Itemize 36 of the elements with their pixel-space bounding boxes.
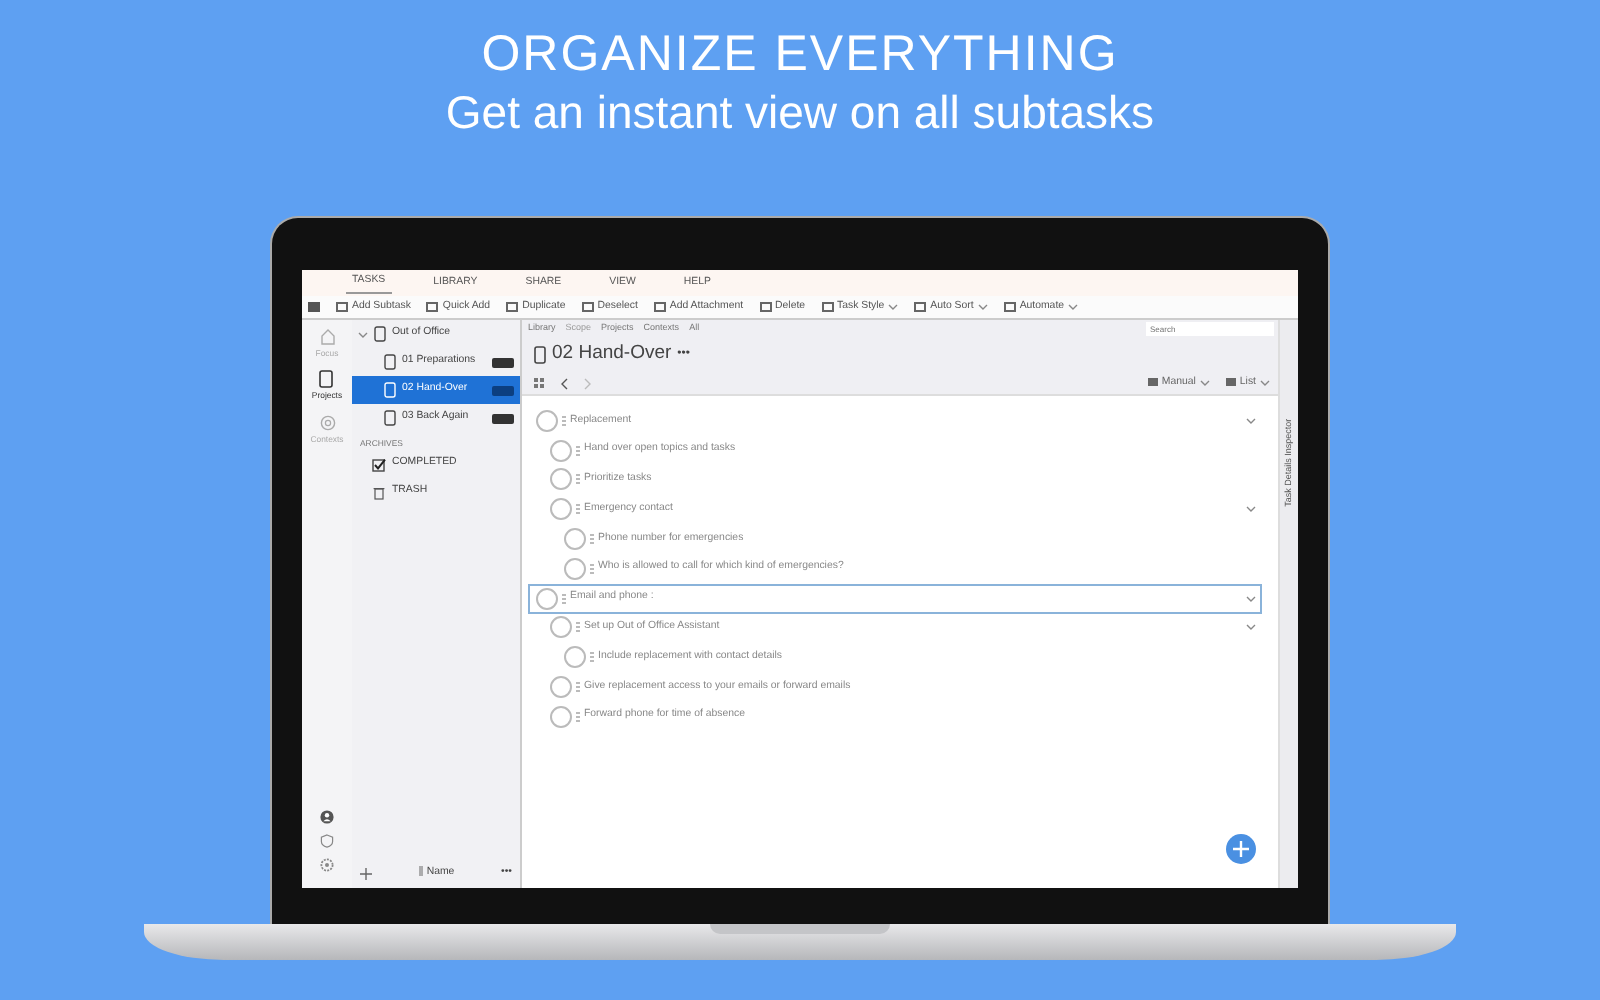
- settings-icon: [320, 858, 334, 872]
- checkbox[interactable]: [550, 616, 572, 639]
- subheadline: Get an instant view on all subtasks: [443, 84, 1157, 140]
- trash-icon: [372, 485, 386, 500]
- shield-icon: [320, 834, 334, 848]
- document-icon: [534, 346, 546, 364]
- add-button[interactable]: [1226, 834, 1256, 864]
- count-badge: [492, 385, 514, 395]
- back-icon: [560, 377, 568, 389]
- checkbox[interactable]: [564, 528, 586, 551]
- chevron-icon: [1068, 303, 1079, 310]
- checkbox[interactable]: [550, 705, 572, 728]
- chevron-icon: [888, 303, 899, 310]
- forward-icon: [584, 377, 592, 389]
- checkbox[interactable]: [550, 676, 572, 699]
- headline: ORGANIZE EVERYTHING: [479, 24, 1121, 84]
- chevron-icon: [1260, 379, 1270, 386]
- checkbox[interactable]: [564, 557, 586, 580]
- chevron-icon: [977, 303, 988, 310]
- checkbox[interactable]: [550, 439, 572, 462]
- focus-icon: [319, 328, 335, 346]
- chevron-icon: [1199, 379, 1210, 386]
- project-title: 02 Hand-Over: [552, 340, 672, 369]
- checkbox[interactable]: [564, 646, 586, 669]
- document-icon: [318, 370, 335, 389]
- checkbox[interactable]: [536, 587, 558, 610]
- checkbox[interactable]: [550, 498, 572, 521]
- checkbox-icon: [372, 457, 386, 472]
- target-icon: [319, 413, 335, 432]
- checkbox[interactable]: [536, 409, 558, 432]
- person-icon: [320, 810, 334, 824]
- checkbox[interactable]: [550, 468, 572, 491]
- count-badge: [492, 357, 514, 367]
- count-badge: [492, 413, 514, 423]
- sort-icon: [418, 866, 425, 877]
- add-icon: [360, 868, 372, 880]
